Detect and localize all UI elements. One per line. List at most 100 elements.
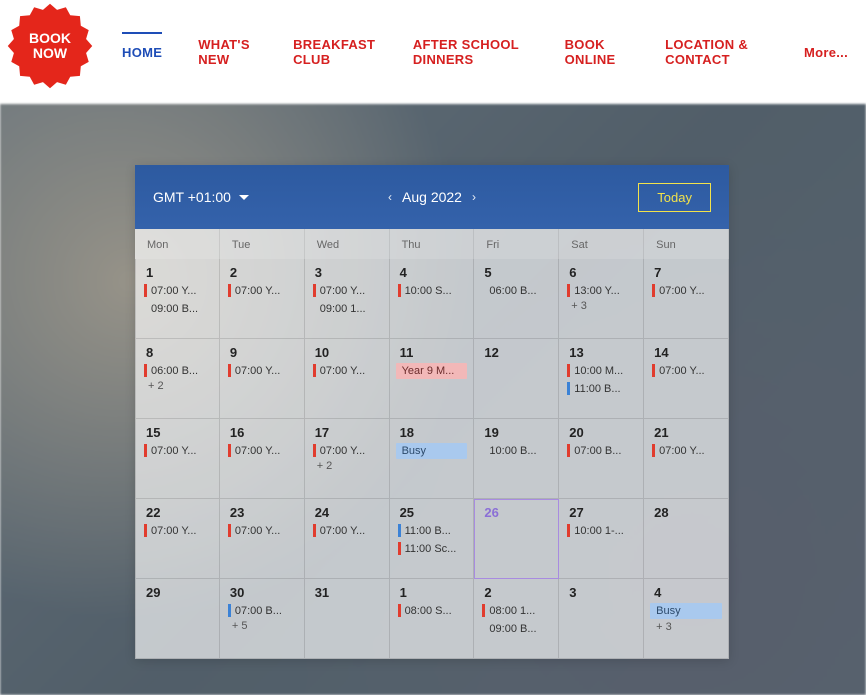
day-cell[interactable]: 1310:00 M...11:00 B... — [559, 339, 644, 419]
day-cell[interactable]: 18Busy — [390, 419, 475, 499]
day-number: 27 — [563, 505, 639, 520]
nav-item-what-s-new[interactable]: WHAT'S NEW — [180, 20, 275, 84]
event-item[interactable]: 07:00 Y... — [650, 443, 722, 458]
next-month-button[interactable]: › — [472, 190, 476, 204]
event-item[interactable]: 07:00 Y... — [226, 443, 298, 458]
event-block[interactable]: Busy — [650, 603, 722, 619]
nav-item-breakfast-club[interactable]: BREAKFAST CLUB — [275, 20, 395, 84]
more-events[interactable]: + 2 — [309, 458, 385, 472]
day-number: 28 — [648, 505, 724, 520]
event-label: 06:00 B... — [489, 285, 536, 297]
day-cell[interactable]: 28 — [644, 499, 729, 579]
day-cell[interactable]: 207:00 Y... — [220, 259, 305, 339]
day-cell[interactable]: 2107:00 Y... — [644, 419, 729, 499]
event-item[interactable]: 11:00 Sc... — [396, 541, 468, 556]
day-cell[interactable]: 506:00 B... — [474, 259, 559, 339]
event-item[interactable]: 07:00 B... — [226, 603, 298, 618]
day-cell[interactable]: 11Year 9 M... — [390, 339, 475, 419]
event-item[interactable]: 09:00 B... — [480, 621, 552, 636]
nav-item-location-contact[interactable]: LOCATION & CONTACT — [647, 20, 786, 84]
nav-item-home[interactable]: HOME — [104, 20, 180, 84]
day-cell[interactable]: 108:00 S... — [390, 579, 475, 659]
event-block[interactable]: Year 9 M... — [396, 363, 468, 379]
nav-item-after-school-dinners[interactable]: AFTER SCHOOL DINNERS — [395, 20, 547, 84]
day-number: 9 — [224, 345, 300, 360]
event-color-bar — [398, 604, 401, 617]
day-cell[interactable]: 3007:00 B...+ 5 — [220, 579, 305, 659]
event-item[interactable]: 07:00 B... — [565, 443, 637, 458]
event-item[interactable]: 09:00 B... — [142, 301, 213, 316]
day-cell[interactable]: 2307:00 Y... — [220, 499, 305, 579]
event-item[interactable]: 06:00 B... — [142, 363, 213, 378]
event-item[interactable]: 07:00 Y... — [311, 443, 383, 458]
day-cell[interactable]: 1607:00 Y... — [220, 419, 305, 499]
day-cell[interactable]: 2511:00 B...11:00 Sc... — [390, 499, 475, 579]
more-events[interactable]: + 5 — [224, 618, 300, 632]
event-item[interactable]: 08:00 1... — [480, 603, 552, 618]
event-label: 07:00 Y... — [659, 365, 704, 377]
calendar-grid: 107:00 Y...09:00 B...207:00 Y...307:00 Y… — [135, 259, 729, 659]
event-item[interactable]: 07:00 Y... — [142, 443, 213, 458]
event-item[interactable]: 10:00 S... — [396, 283, 468, 298]
day-cell[interactable]: 2007:00 B... — [559, 419, 644, 499]
day-number: 6 — [563, 265, 639, 280]
event-item[interactable]: 08:00 S... — [396, 603, 468, 618]
event-item[interactable]: 07:00 Y... — [311, 283, 383, 298]
event-item[interactable]: 07:00 Y... — [142, 523, 213, 538]
day-cell[interactable]: 1707:00 Y...+ 2 — [305, 419, 390, 499]
event-block[interactable]: Busy — [396, 443, 468, 459]
day-cell[interactable]: 9 07:00 Y... — [220, 339, 305, 419]
day-cell[interactable]: 2207:00 Y... — [135, 499, 220, 579]
event-item[interactable]: 10:00 M... — [565, 363, 637, 378]
day-cell[interactable]: 12 — [474, 339, 559, 419]
today-button[interactable]: Today — [638, 183, 711, 212]
day-cell[interactable]: 707:00 Y... — [644, 259, 729, 339]
event-label: 10:00 S... — [405, 285, 452, 297]
event-item[interactable]: 07:00 Y... — [311, 363, 383, 378]
day-cell[interactable]: 29 — [135, 579, 220, 659]
more-events[interactable]: + 3 — [648, 619, 724, 633]
month-navigator: ‹ Aug 2022 › — [388, 189, 476, 205]
day-cell[interactable]: 3 — [559, 579, 644, 659]
day-cell[interactable]: 1407:00 Y... — [644, 339, 729, 419]
event-item[interactable]: 11:00 B... — [396, 523, 468, 538]
day-cell[interactable]: 1007:00 Y... — [305, 339, 390, 419]
day-cell[interactable]: 6 13:00 Y...+ 3 — [559, 259, 644, 339]
event-color-bar — [398, 542, 401, 555]
day-cell[interactable]: 1910:00 B... — [474, 419, 559, 499]
day-cell[interactable]: 2407:00 Y... — [305, 499, 390, 579]
event-item[interactable]: 13:00 Y... — [565, 283, 637, 298]
event-item[interactable]: 11:00 B... — [565, 381, 637, 396]
event-item[interactable]: 07:00 Y... — [311, 523, 383, 538]
event-item[interactable]: 10:00 1-... — [565, 523, 637, 538]
day-cell[interactable]: 31 — [305, 579, 390, 659]
day-cell[interactable]: 410:00 S... — [390, 259, 475, 339]
timezone-selector[interactable]: GMT +01:00 — [153, 189, 249, 205]
prev-month-button[interactable]: ‹ — [388, 190, 392, 204]
event-item[interactable]: 07:00 Y... — [650, 363, 722, 378]
event-item[interactable]: 07:00 Y... — [650, 283, 722, 298]
event-item[interactable]: 09:00 1... — [311, 301, 383, 316]
day-cell[interactable]: 107:00 Y...09:00 B... — [135, 259, 220, 339]
event-item[interactable]: 07:00 Y... — [226, 523, 298, 538]
more-events[interactable]: + 2 — [140, 378, 215, 392]
event-item[interactable]: 07:00 Y... — [226, 283, 298, 298]
day-cell[interactable]: 307:00 Y...09:00 1... — [305, 259, 390, 339]
nav-item-book-online[interactable]: BOOK ONLINE — [547, 20, 648, 84]
day-cell[interactable]: 806:00 B...+ 2 — [135, 339, 220, 419]
event-item[interactable]: 06:00 B... — [480, 283, 552, 298]
event-item[interactable]: 10:00 B... — [480, 443, 552, 458]
event-item[interactable]: 07:00 Y... — [142, 283, 213, 298]
dow-mon: Mon — [135, 229, 220, 259]
event-color-bar — [144, 444, 147, 457]
more-events[interactable]: + 3 — [563, 298, 639, 312]
day-cell[interactable]: 208:00 1...09:00 B... — [474, 579, 559, 659]
event-color-bar — [482, 604, 485, 617]
book-now-badge[interactable]: BOOK NOW — [6, 2, 94, 90]
day-cell[interactable]: 4Busy+ 3 — [644, 579, 729, 659]
day-cell[interactable]: 26 — [474, 499, 559, 579]
nav-item-more[interactable]: More... — [786, 20, 866, 84]
day-cell[interactable]: 1507:00 Y... — [135, 419, 220, 499]
day-cell[interactable]: 27 10:00 1-... — [559, 499, 644, 579]
event-item[interactable]: 07:00 Y... — [226, 363, 298, 378]
